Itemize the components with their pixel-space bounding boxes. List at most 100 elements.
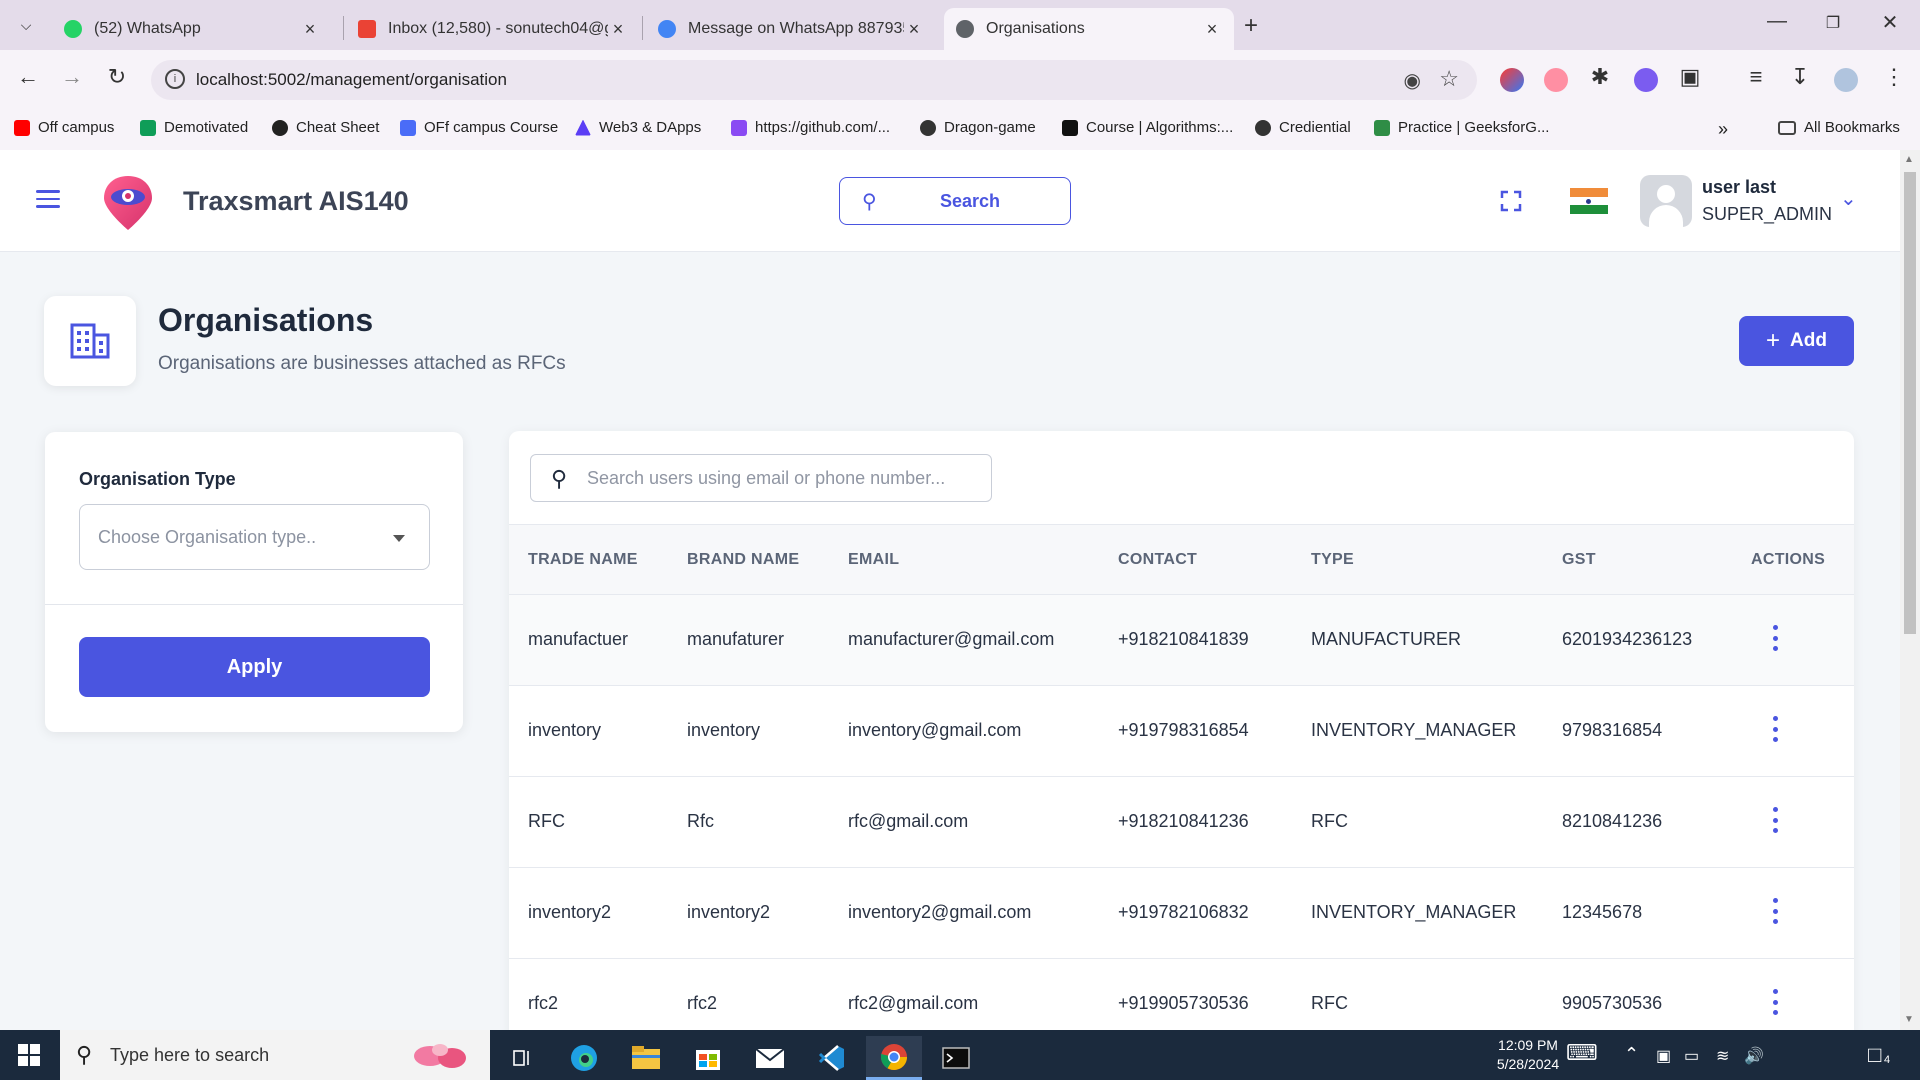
edge-browser-icon[interactable] [556,1036,612,1080]
page-scrollbar[interactable]: ▲ ▼ [1900,150,1920,1030]
more-bookmarks-icon[interactable]: » [1718,119,1728,140]
reload-icon[interactable]: ↻ [102,64,132,90]
table-row[interactable]: inventory2 inventory2 inventory2@gmail.c… [509,868,1854,959]
table-row[interactable]: RFC Rfc rfc@gmail.com +918210841236 RFC … [509,777,1854,868]
row-actions-kebab-icon[interactable] [1771,989,1779,1015]
column-gst[interactable]: GST [1562,551,1596,569]
tab-title: (52) WhatsApp [94,20,201,37]
scroll-down-arrow-icon[interactable]: ▼ [1904,1014,1914,1025]
cell-gst: 9905730536 [1562,993,1663,1013]
bookmark-item[interactable]: Demotivated [140,119,248,136]
restore-icon[interactable]: ❐ [1818,13,1848,33]
eye-icon[interactable]: ◉ [1404,68,1421,93]
battery-icon[interactable]: ▭ [1684,1046,1699,1066]
scrollbar-thumb[interactable] [1904,172,1916,634]
browser-menu-icon[interactable]: ⋮ [1880,64,1908,90]
volume-icon[interactable]: 🔊 [1744,1046,1764,1066]
table-search-input[interactable] [587,464,977,492]
mail-icon[interactable] [742,1036,798,1080]
bookmark-star-icon[interactable]: ☆ [1439,66,1459,92]
cell-email: inventory2@gmail.com [848,902,1032,922]
windows-start-icon[interactable] [18,1044,40,1066]
bookmark-item[interactable]: Web3 & DApps [575,119,701,136]
fullscreen-icon[interactable] [1500,190,1522,212]
bookmark-item[interactable]: https://github.com/... [731,119,890,136]
cell-type: MANUFACTURER [1311,629,1462,649]
download-icon[interactable]: ↧ [1786,64,1814,90]
close-window-icon[interactable]: ✕ [1875,10,1905,35]
back-icon[interactable]: ← [13,64,43,90]
site-info-icon[interactable]: i [165,69,185,89]
task-view-icon[interactable] [494,1036,550,1080]
microsoft-store-icon[interactable] [680,1036,736,1080]
extension-icon[interactable] [1544,68,1568,92]
tab-whatsapp-message[interactable]: Message on WhatsApp 8879350000 × [646,8,936,50]
column-type[interactable]: TYPE [1311,551,1354,569]
column-trade-name[interactable]: TRADE NAME [528,551,638,569]
vscode-icon[interactable] [804,1036,860,1080]
filter-card: Organisation Type Choose Organisation ty… [45,432,463,732]
row-actions-kebab-icon[interactable] [1771,716,1779,742]
bookmark-item[interactable]: Crediential [1255,119,1351,136]
cell-contact: +918210841236 [1118,811,1249,831]
india-flag-icon[interactable] [1570,188,1608,214]
bookmark-item[interactable]: OFf campus Course [400,119,558,136]
column-contact[interactable]: CONTACT [1118,551,1197,569]
terminal-icon[interactable] [928,1036,984,1080]
cell-trade-name: manufactuer [528,629,629,649]
taskbar-search-box[interactable]: ⚲ Type here to search [60,1030,490,1080]
tab-organisations[interactable]: Organisations × [944,8,1234,50]
extensions-puzzle-icon[interactable]: ▣ [1676,64,1704,90]
user-avatar[interactable] [1640,175,1692,227]
row-actions-kebab-icon[interactable] [1771,625,1779,651]
row-actions-kebab-icon[interactable] [1771,807,1779,833]
new-tab-icon[interactable]: + [1244,12,1258,40]
bookmark-item[interactable]: Cheat Sheet [272,119,379,136]
scroll-up-arrow-icon[interactable]: ▲ [1904,154,1914,165]
row-actions-kebab-icon[interactable] [1771,898,1779,924]
extension-icon[interactable] [1500,68,1524,92]
bookmark-item[interactable]: Practice | GeeksforG... [1374,119,1549,136]
table-row[interactable]: inventory inventory inventory@gmail.com … [509,686,1854,777]
minimize-icon[interactable]: — [1762,10,1792,33]
meet-now-icon[interactable]: ▣ [1656,1046,1671,1066]
close-tab-icon[interactable]: × [300,19,320,40]
system-clock[interactable]: 12:09 PM 5/28/2024 [1480,1036,1576,1074]
profile-avatar-icon[interactable] [1834,68,1858,92]
omnibox[interactable]: i localhost:5002/management/organisation… [151,60,1477,100]
extension-icon[interactable]: ✱ [1586,64,1614,90]
close-tab-icon[interactable]: × [608,19,628,40]
file-explorer-icon[interactable] [618,1036,674,1080]
header-search-button[interactable]: ⚲ Search [839,177,1071,225]
menu-icon[interactable] [36,190,60,208]
show-hidden-icons-icon[interactable]: ⌃ [1624,1044,1639,1065]
forward-icon[interactable]: → [57,64,87,90]
extension-icon[interactable] [1634,68,1658,92]
bookmark-item[interactable]: Off campus [14,119,114,136]
url-text[interactable]: localhost:5002/management/organisation [196,70,507,90]
all-bookmarks-button[interactable]: All Bookmarks [1778,119,1900,136]
chevron-down-icon[interactable]: ⌄ [1840,186,1857,211]
close-tab-icon[interactable]: × [1202,19,1222,40]
cell-contact: +919782106832 [1118,902,1249,922]
tab-gmail[interactable]: Inbox (12,580) - sonutech04@gmail.com × [346,8,640,50]
bookmark-item[interactable]: Dragon-game [920,119,1036,136]
tab-whatsapp[interactable]: (52) WhatsApp × [52,8,332,50]
chrome-browser-icon[interactable] [866,1036,922,1080]
add-organisation-button[interactable]: + Add [1739,316,1854,366]
organisation-type-select[interactable]: Choose Organisation type.. [79,504,430,570]
notification-center-icon[interactable]: □ 4 [1868,1042,1893,1068]
user-name[interactable]: user last [1702,177,1776,198]
table-header: TRADE NAME BRAND NAME EMAIL CONTACT TYPE… [509,524,1854,595]
wifi-icon[interactable]: ≋ [1716,1046,1729,1066]
tab-search-menu-icon[interactable]: ⌵ [12,11,40,39]
table-row[interactable]: rfc2 rfc2 rfc2@gmail.com +919905730536 R… [509,959,1854,1030]
table-row[interactable]: manufactuer manufaturer manufacturer@gma… [509,595,1854,686]
column-email[interactable]: EMAIL [848,551,899,569]
column-brand-name[interactable]: BRAND NAME [687,551,799,569]
dropdown-caret-icon [393,535,405,542]
apply-button[interactable]: Apply [79,637,430,697]
bookmark-item[interactable]: Course | Algorithms:... [1062,119,1233,136]
close-tab-icon[interactable]: × [904,19,924,40]
media-control-icon[interactable]: ≡ [1742,64,1770,90]
